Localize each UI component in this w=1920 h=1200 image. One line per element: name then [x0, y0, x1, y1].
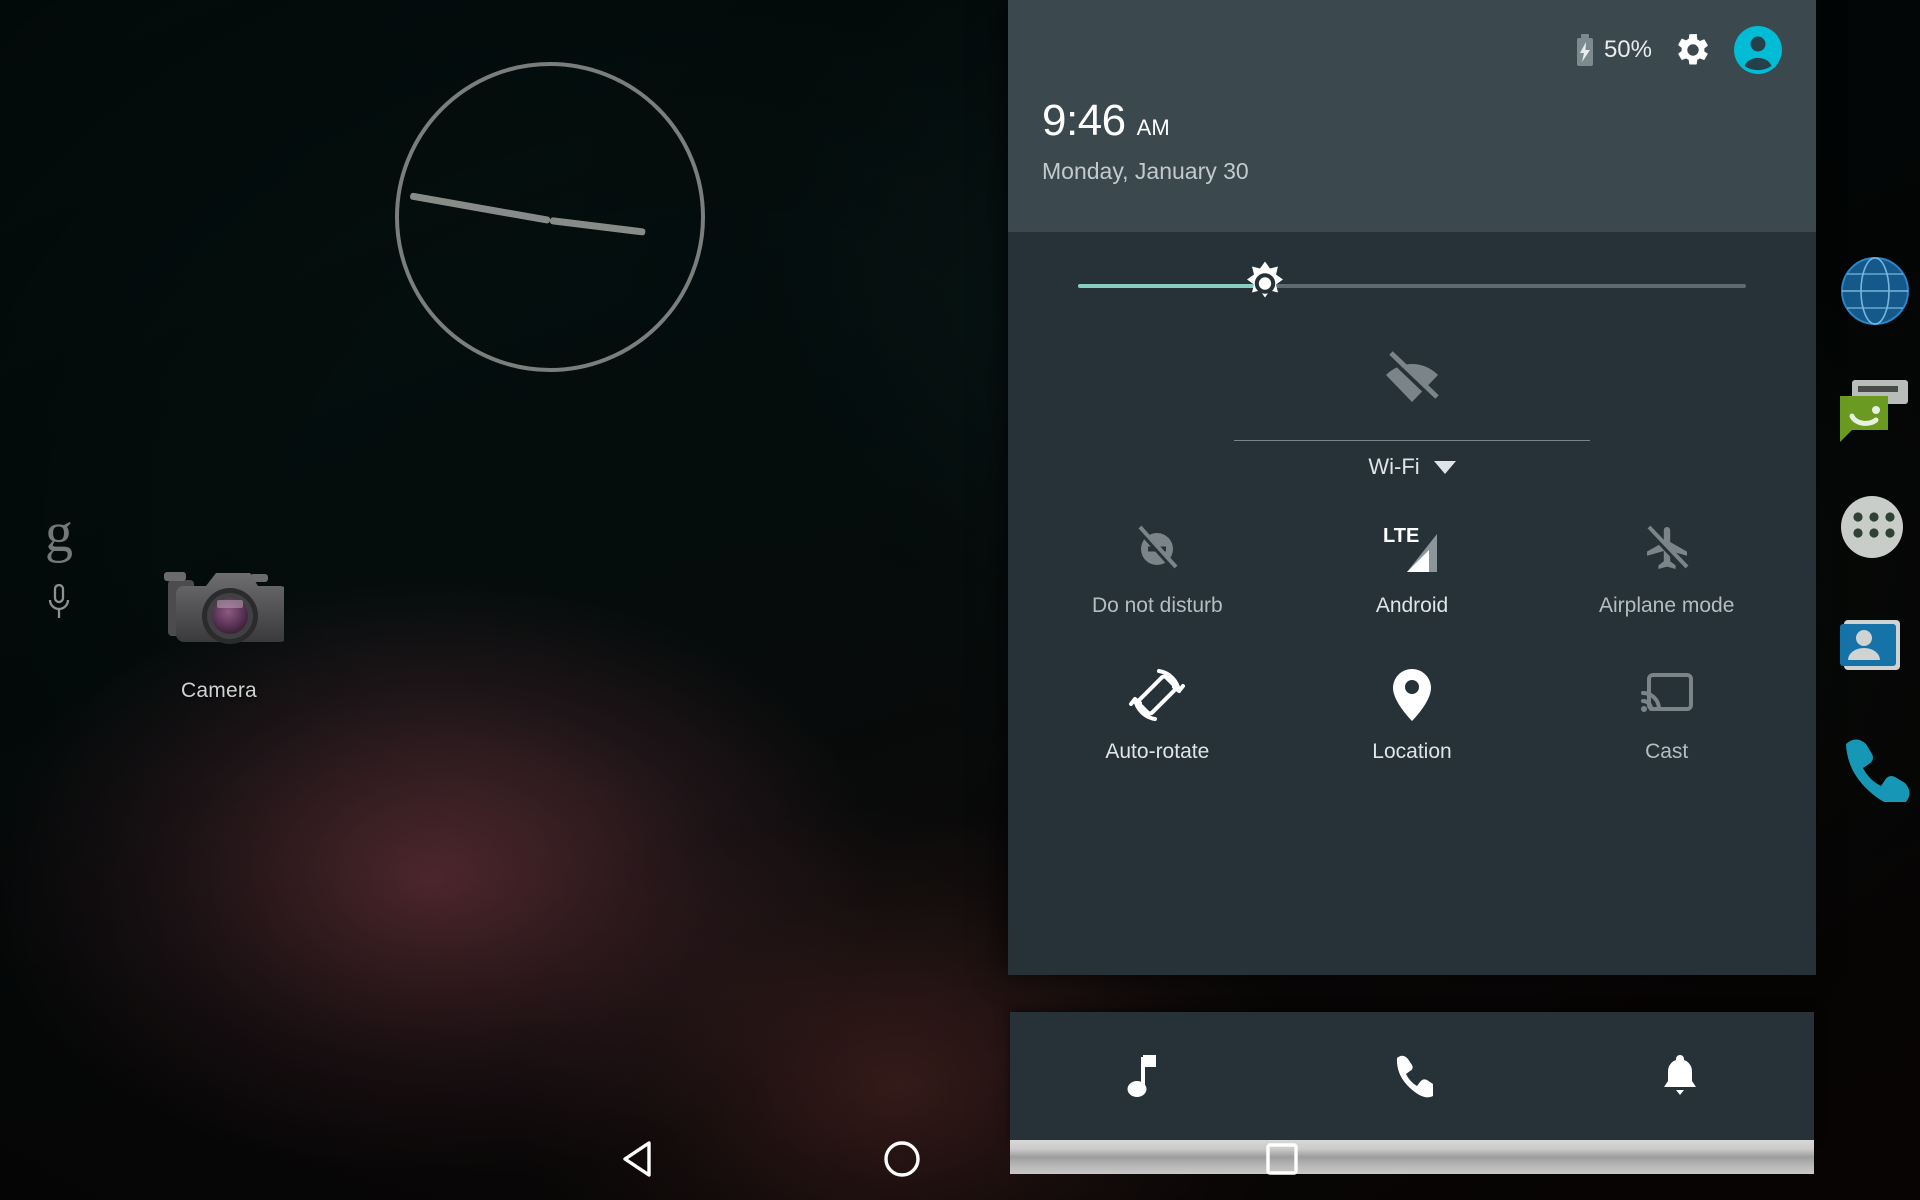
home-circle-icon[interactable]: [842, 1118, 962, 1200]
tile-label: Android: [1375, 594, 1449, 617]
tile-cast[interactable]: Cast: [1539, 650, 1794, 796]
tile-label: Do not disturb: [1091, 594, 1223, 617]
tile-auto-rotate[interactable]: Auto-rotate: [1030, 650, 1285, 796]
tile-label: Airplane mode: [1598, 594, 1735, 617]
google-g-logo[interactable]: g: [36, 505, 82, 561]
brightness-row: [1008, 232, 1816, 342]
google-search-widget[interactable]: g: [36, 505, 82, 621]
phone-handset-icon[interactable]: [1278, 1054, 1546, 1098]
airplane-off-icon: [1641, 518, 1693, 580]
tile-location[interactable]: Location: [1285, 650, 1540, 796]
tile-label: Cast: [1645, 740, 1689, 763]
tile-row: Do not disturb LTE Android Airplane mode: [1030, 504, 1794, 650]
browser-icon[interactable]: [1836, 232, 1920, 350]
tile-do-not-disturb[interactable]: Do not disturb: [1030, 504, 1285, 650]
wifi-tile[interactable]: Wi-Fi: [1008, 342, 1816, 482]
battery-status: 50%: [1575, 34, 1652, 66]
auto-rotate-icon: [1129, 664, 1186, 726]
wifi-label-row[interactable]: Wi-Fi: [1008, 454, 1816, 480]
camera-shortcut[interactable]: Camera: [128, 560, 310, 703]
messaging-icon[interactable]: [1836, 350, 1920, 468]
wifi-label: Wi-Fi: [1368, 454, 1420, 479]
chevron-down-icon[interactable]: [1433, 460, 1456, 474]
apps-grid-icon[interactable]: [1836, 468, 1920, 586]
quick-settings-tile-grid: Do not disturb LTE Android Airplane mode…: [1008, 482, 1816, 796]
battery-percent: 50%: [1603, 36, 1652, 63]
right-edge-app-dock[interactable]: [1836, 232, 1920, 822]
quick-settings-header: 50% 9:46 AM Monday, January 30: [1008, 0, 1816, 232]
lte-signal-icon: LTE: [1377, 518, 1447, 580]
do-not-disturb-off-icon: [1132, 518, 1182, 580]
clock-time-row: 9:46 AM: [1042, 96, 1170, 146]
tile-airplane-mode[interactable]: Airplane mode: [1539, 504, 1794, 650]
phone-icon[interactable]: [1836, 704, 1920, 822]
quick-settings-panel: 50% 9:46 AM Monday, January 30 Wi-Fi Do …: [1008, 0, 1816, 975]
clock-date: Monday, January 30: [1042, 158, 1249, 184]
wifi-divider: [1234, 440, 1590, 441]
navigation-bar: [0, 1118, 1920, 1200]
music-note-icon[interactable]: [1010, 1053, 1278, 1099]
brightness-fill: [1078, 284, 1266, 288]
analog-clock-widget[interactable]: [395, 62, 705, 372]
status-row: 50%: [1575, 26, 1782, 74]
clock-face: [395, 62, 705, 372]
tile-label: Auto-rotate: [1105, 740, 1210, 763]
camera-icon: [164, 572, 288, 644]
battery-charging-icon: [1576, 34, 1593, 66]
brightness-sun-icon[interactable]: [1241, 260, 1289, 313]
svg-text:LTE: LTE: [1383, 525, 1419, 547]
tile-label: Location: [1372, 740, 1452, 763]
contacts-icon[interactable]: [1836, 586, 1920, 704]
clock-time: 9:46: [1042, 96, 1126, 145]
back-triangle-icon[interactable]: [577, 1118, 697, 1200]
wifi-off-icon[interactable]: [1008, 342, 1816, 404]
gear-icon[interactable]: [1674, 31, 1712, 69]
camera-label: Camera: [181, 679, 257, 702]
tile-row: Auto-rotate Location Cast: [1030, 650, 1794, 796]
user-avatar-icon[interactable]: [1734, 26, 1782, 74]
microphone-icon[interactable]: [36, 583, 82, 621]
location-pin-icon: [1391, 664, 1433, 726]
brightness-slider[interactable]: [1078, 261, 1746, 298]
cast-icon: [1639, 664, 1695, 726]
bell-icon[interactable]: [1546, 1053, 1814, 1099]
tile-android-lte[interactable]: LTE Android: [1285, 504, 1540, 650]
clock-ampm: AM: [1136, 115, 1170, 140]
recents-square-icon[interactable]: [1222, 1118, 1342, 1200]
